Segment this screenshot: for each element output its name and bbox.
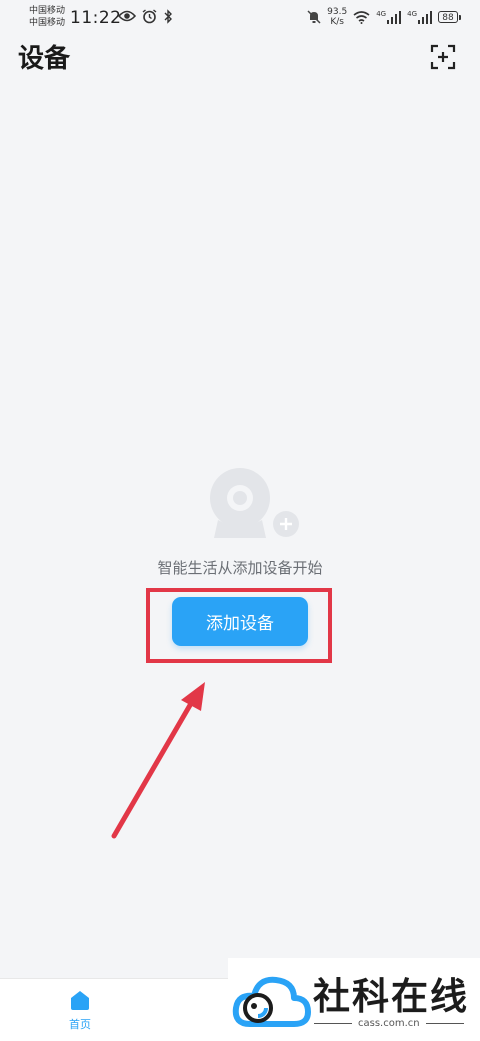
sim1-tech: 4G: [376, 10, 387, 18]
carrier-1: 中国移动: [29, 6, 66, 16]
camera-add-icon: [210, 468, 299, 538]
empty-state-message: 智能生活从添加设备开始: [157, 559, 323, 577]
sim2-tech: 4G: [407, 10, 417, 18]
watermark-brand-text: 社科在线: [313, 975, 469, 1018]
status-time: 11:22: [70, 8, 122, 28]
speed-value: 93.5: [327, 7, 348, 17]
bluetooth-icon: [164, 9, 172, 24]
watermark-url-row: cass.com.cn: [314, 1018, 464, 1029]
speed-unit: K/s: [330, 17, 344, 27]
page-title: 设备: [18, 44, 71, 74]
annotation-highlight-box: [146, 588, 332, 663]
status-left-icons: [118, 9, 173, 24]
wifi-icon: [353, 10, 370, 24]
network-speed: 93.5 K/s: [327, 7, 347, 27]
carrier-2: 中国移动: [29, 18, 66, 28]
watermark-url: cass.com.cn: [358, 1018, 420, 1029]
nav-item-home-label: 首页: [69, 1018, 91, 1031]
nav-item-home[interactable]: 首页: [50, 989, 110, 1037]
divider: [425, 1023, 464, 1024]
signal-icon: [418, 10, 432, 24]
home-icon: [71, 991, 89, 1010]
alarm-icon: [142, 9, 157, 24]
cloud-logo-icon: [232, 976, 311, 1027]
carrier-info: 中国移动 中国移动: [29, 5, 65, 29]
divider: [314, 1023, 352, 1024]
status-right-icons: 93.5 K/s 4G 4G 88: [307, 7, 461, 27]
status-bar: 中国移动 中国移动 11:22 93.5 K/s 4G 4G 88: [0, 0, 480, 34]
eye-icon: [118, 10, 136, 22]
watermark: 社科在线 cass.com.cn: [228, 958, 480, 1040]
battery-icon: 88: [438, 11, 461, 23]
scan-add-icon[interactable]: [430, 44, 456, 70]
mute-icon: [307, 10, 321, 24]
signal-icon: [387, 10, 402, 24]
